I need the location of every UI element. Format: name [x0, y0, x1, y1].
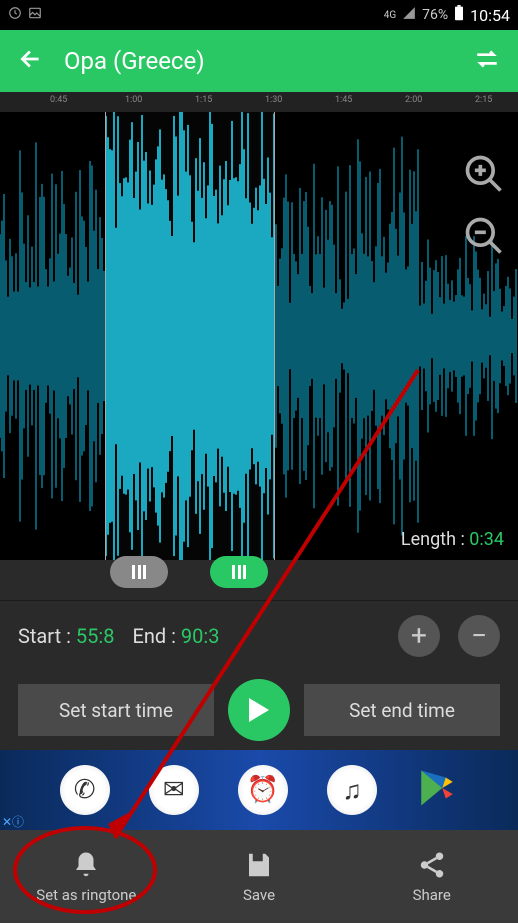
tick: 1:30: [265, 95, 282, 105]
zoom-in-icon[interactable]: [462, 152, 506, 196]
handles-row: [0, 560, 518, 600]
page-title: Opa (Greece): [64, 47, 454, 75]
share-icon: [417, 850, 447, 880]
start-handle[interactable]: [110, 556, 168, 588]
set-end-button[interactable]: Set end time: [304, 684, 500, 736]
end-handle[interactable]: [210, 556, 268, 588]
signal-icon: [402, 6, 416, 24]
tick: 1:00: [125, 95, 142, 105]
network-label: 4G: [384, 10, 396, 21]
back-icon[interactable]: [18, 46, 44, 76]
battery-label: 76%: [422, 7, 448, 23]
alarm-icon: ⏰: [238, 765, 288, 815]
nav-label: Set as ringtone: [36, 886, 136, 904]
play-store-icon: [416, 767, 458, 813]
image-icon: [28, 6, 42, 24]
selection-region[interactable]: [105, 112, 275, 560]
length-display: Length : 0:34: [401, 529, 504, 550]
bell-icon: [71, 850, 101, 880]
save-icon: [244, 850, 274, 880]
battery-icon: [454, 5, 464, 25]
tick: 1:15: [195, 95, 212, 105]
subtract-button[interactable]: −: [458, 615, 500, 657]
tick: 2:00: [405, 95, 422, 105]
save-button[interactable]: Save: [173, 830, 346, 923]
bottom-nav: Set as ringtone Save Share: [0, 830, 518, 923]
nav-label: Share: [413, 886, 451, 904]
controls-row: Set start time Set end time: [0, 670, 518, 750]
loop-icon[interactable]: [474, 48, 500, 74]
status-bar: 4G 76% 10:54: [0, 0, 518, 30]
tick: 2:15: [475, 95, 492, 105]
ad-info-icon[interactable]: ✕ⓘ: [2, 813, 24, 830]
tick: 0:45: [50, 95, 67, 105]
add-button[interactable]: +: [398, 615, 440, 657]
waveform-display[interactable]: Length : 0:34: [0, 112, 518, 560]
clock-icon: [8, 6, 22, 24]
set-start-button[interactable]: Set start time: [18, 684, 214, 736]
length-value: 0:34: [469, 529, 504, 550]
status-time: 10:54: [470, 6, 510, 25]
set-ringtone-button[interactable]: Set as ringtone: [0, 830, 173, 923]
app-header: Opa (Greece): [0, 30, 518, 92]
start-time-display: Start : 55:8: [18, 624, 114, 648]
length-label: Length :: [401, 529, 469, 550]
times-row: Start : 55:8 End : 90:3 + −: [0, 600, 518, 670]
share-button[interactable]: Share: [345, 830, 518, 923]
play-button[interactable]: [228, 679, 290, 741]
ad-banner[interactable]: ✆ ✉ ⏰ ♫ ✕ⓘ: [0, 750, 518, 830]
tick: 1:45: [335, 95, 352, 105]
zoom-out-icon[interactable]: [462, 214, 506, 258]
timeline-ruler: 0:45 1:00 1:15 1:30 1:45 2:00 2:15: [0, 92, 518, 112]
music-icon: ♫: [327, 765, 377, 815]
end-time-display: End : 90:3: [132, 624, 219, 648]
mail-icon: ✉: [149, 765, 199, 815]
phone-icon: ✆: [60, 765, 110, 815]
nav-label: Save: [243, 886, 275, 904]
